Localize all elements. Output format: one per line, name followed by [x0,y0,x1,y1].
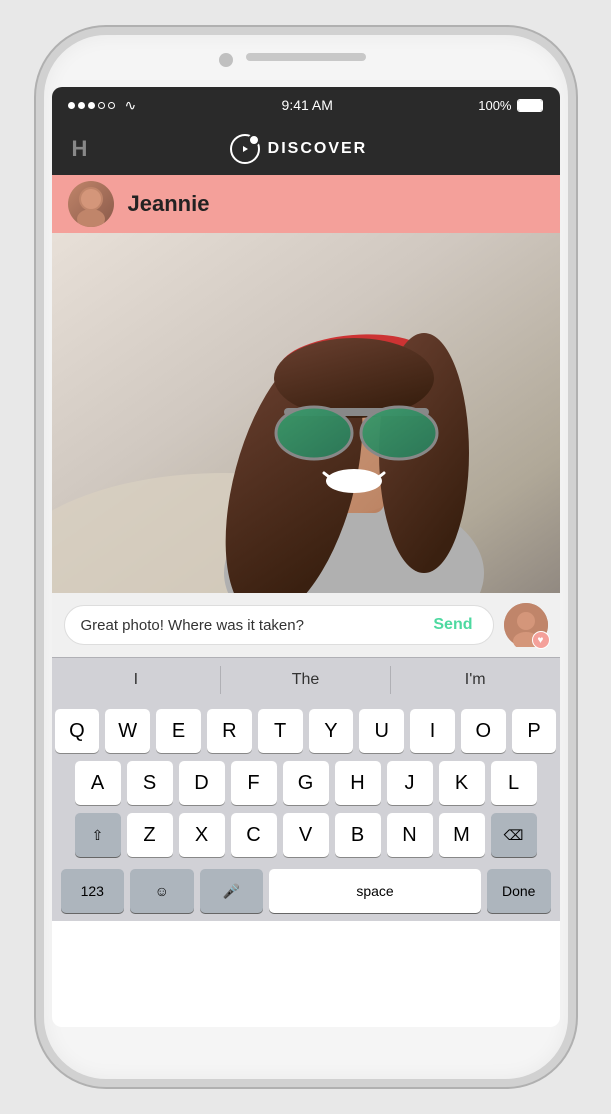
message-input-box[interactable]: Great photo! Where was it taken? Send [64,605,494,645]
backspace-key[interactable]: ⌫ [491,813,537,857]
phone-screen: ∿ 9:41 AM 100% H [52,87,560,1027]
key-a[interactable]: A [75,761,121,805]
keyboard: Q W E R T Y U I O P A S D F G [52,701,560,921]
emoji-key[interactable]: ☺ [130,869,194,913]
signal-dot-3 [88,102,95,109]
mic-icon: 🎤 [223,883,240,900]
key-o[interactable]: O [461,709,506,753]
key-p[interactable]: P [512,709,557,753]
phone-wrapper: ∿ 9:41 AM 100% H [0,0,611,1114]
key-n[interactable]: N [387,813,433,857]
signal-dot-5 [108,102,115,109]
discover-icon [230,134,260,164]
phone-frame: ∿ 9:41 AM 100% H [36,27,576,1087]
key-h[interactable]: H [335,761,381,805]
profile-name: Jeannie [128,191,210,217]
avatar-image [68,181,114,227]
mic-key[interactable]: 🎤 [200,869,264,913]
photo-content [52,233,560,593]
key-b[interactable]: B [335,813,381,857]
key-z[interactable]: Z [127,813,173,857]
shift-key[interactable]: ⇧ [75,813,121,857]
key-v[interactable]: V [283,813,329,857]
arrow-icon [243,146,248,152]
status-right: 100% [478,98,543,113]
key-row-1: Q W E R T Y U I O P [55,709,557,753]
signal-dot-2 [78,102,85,109]
battery-body [517,99,543,112]
key-m[interactable]: M [439,813,485,857]
key-y[interactable]: Y [309,709,354,753]
key-t[interactable]: T [258,709,303,753]
numbers-key[interactable]: 123 [61,869,125,913]
photo-svg [52,233,560,593]
signal-dot-4 [98,102,105,109]
key-row-2: A S D F G H J K L [55,761,557,805]
status-bar: ∿ 9:41 AM 100% [52,87,560,123]
status-left: ∿ [68,97,137,114]
key-q[interactable]: Q [55,709,100,753]
key-e[interactable]: E [156,709,201,753]
nav-center: DISCOVER [230,134,368,164]
autocomplete-item-1[interactable]: I [52,658,221,701]
key-l[interactable]: L [491,761,537,805]
key-c[interactable]: C [231,813,277,857]
signal-dots [68,102,115,109]
bottom-bar: 123 ☺ 🎤 space Done [55,865,557,917]
message-text: Great photo! Where was it taken? [81,617,304,634]
battery-icon [517,99,543,112]
space-key[interactable]: space [269,869,481,913]
key-j[interactable]: J [387,761,433,805]
key-w[interactable]: W [105,709,150,753]
autocomplete-bar: I The I'm [52,657,560,701]
photo-area [52,233,560,593]
signal-dot-1 [68,102,75,109]
avatar-svg [68,181,114,227]
wifi-icon: ∿ [125,97,137,114]
autocomplete-item-2[interactable]: The [221,658,390,701]
nav-logo-icon[interactable]: H [72,136,88,162]
done-key[interactable]: Done [487,869,551,913]
profile-avatar[interactable] [68,181,114,227]
status-time: 9:41 AM [282,97,333,113]
key-g[interactable]: G [283,761,329,805]
sender-avatar: ♥ [504,603,548,647]
key-k[interactable]: K [439,761,485,805]
key-f[interactable]: F [231,761,277,805]
key-d[interactable]: D [179,761,225,805]
key-u[interactable]: U [359,709,404,753]
battery-fill [518,100,542,111]
message-area: Great photo! Where was it taken? Send ♥ [52,593,560,657]
nav-bar: H DISCOVER [52,123,560,175]
autocomplete-item-3[interactable]: I'm [391,658,560,701]
key-x[interactable]: X [179,813,225,857]
key-s[interactable]: S [127,761,173,805]
key-r[interactable]: R [207,709,252,753]
key-i[interactable]: I [410,709,455,753]
profile-header: Jeannie [52,175,560,233]
send-button[interactable]: Send [429,616,476,634]
nav-title: DISCOVER [268,140,368,158]
heart-badge: ♥ [532,631,550,649]
battery-percent: 100% [478,98,511,113]
key-row-3: ⇧ Z X C V B N M ⌫ [55,813,557,857]
